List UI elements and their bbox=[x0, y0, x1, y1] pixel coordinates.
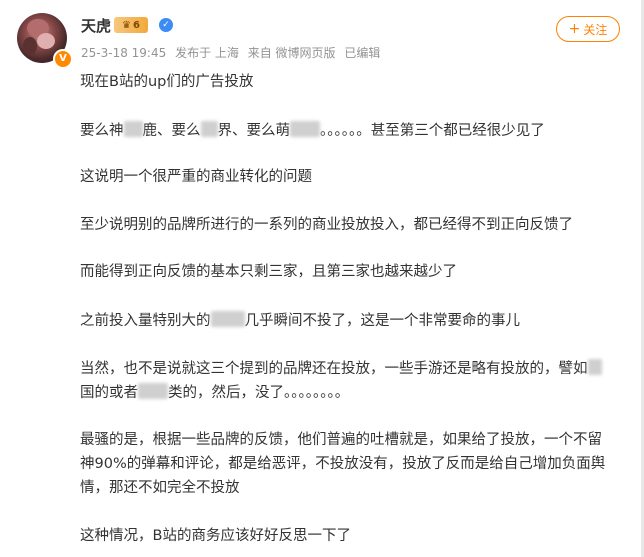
blurred-text bbox=[200, 121, 218, 137]
plus-icon: + bbox=[568, 21, 581, 37]
blurred-text bbox=[290, 121, 320, 137]
paragraph-3: 这说明一个很严重的商业转化的问题 bbox=[80, 169, 312, 185]
follow-label: 关注 bbox=[583, 22, 608, 37]
paragraph-1: 现在B站的up们的广告投放 bbox=[80, 74, 254, 90]
blurred-text bbox=[123, 121, 143, 137]
blurred-text bbox=[587, 359, 602, 375]
paragraph-7: 当然，也不是说就这三个提到的品牌还在投放，一些手游还是略有投放的，譬如 国的或者类… bbox=[80, 357, 602, 405]
paragraph-5: 而能得到正向反馈的基本只剩三家，且第三家也越来越少了 bbox=[80, 264, 457, 280]
username[interactable]: 天虎 bbox=[81, 15, 111, 36]
post-date[interactable]: 25-3-18 19:45 bbox=[81, 46, 166, 60]
post-source: 来自 微博网页版 bbox=[247, 46, 336, 60]
crown-icon: ♛ bbox=[122, 19, 131, 31]
follow-button[interactable]: + 关注 bbox=[556, 16, 620, 42]
paragraph-6: 之前投入量特别大的 几乎瞬间不投了，这是一个非常要命的事儿 bbox=[80, 311, 520, 329]
paragraph-8: 最骚的是，根据一些品牌的反馈，他们普遍的吐槽就是，如果给了投放，一个不留 神90%… bbox=[80, 432, 606, 496]
paragraph-4: 至少说明别的品牌所进行的一系列的商业投放投入，都已经得不到正向反馈了 bbox=[80, 217, 573, 233]
membership-badge[interactable]: ♛ 6 bbox=[114, 17, 148, 33]
verify-icon[interactable]: ✓ bbox=[159, 18, 173, 32]
post-location: 发布于 上海 bbox=[175, 46, 239, 60]
edited-label[interactable]: 已编辑 bbox=[344, 46, 380, 60]
paragraph-2: 要么神 鹿、要么 界、要么萌 。。。。。。甚至第三个都已经很少见了 bbox=[80, 121, 545, 139]
vip-level: 6 bbox=[133, 19, 140, 31]
blurred-text bbox=[210, 311, 245, 327]
verified-badge-icon: V bbox=[53, 49, 73, 69]
post-meta: 25-3-18 19:45 发布于 上海 来自 微博网页版 已编辑 bbox=[81, 44, 385, 61]
paragraph-9: 这种情况，B站的商务应该好好反思一下了 bbox=[80, 528, 351, 544]
blurred-text bbox=[138, 383, 168, 399]
